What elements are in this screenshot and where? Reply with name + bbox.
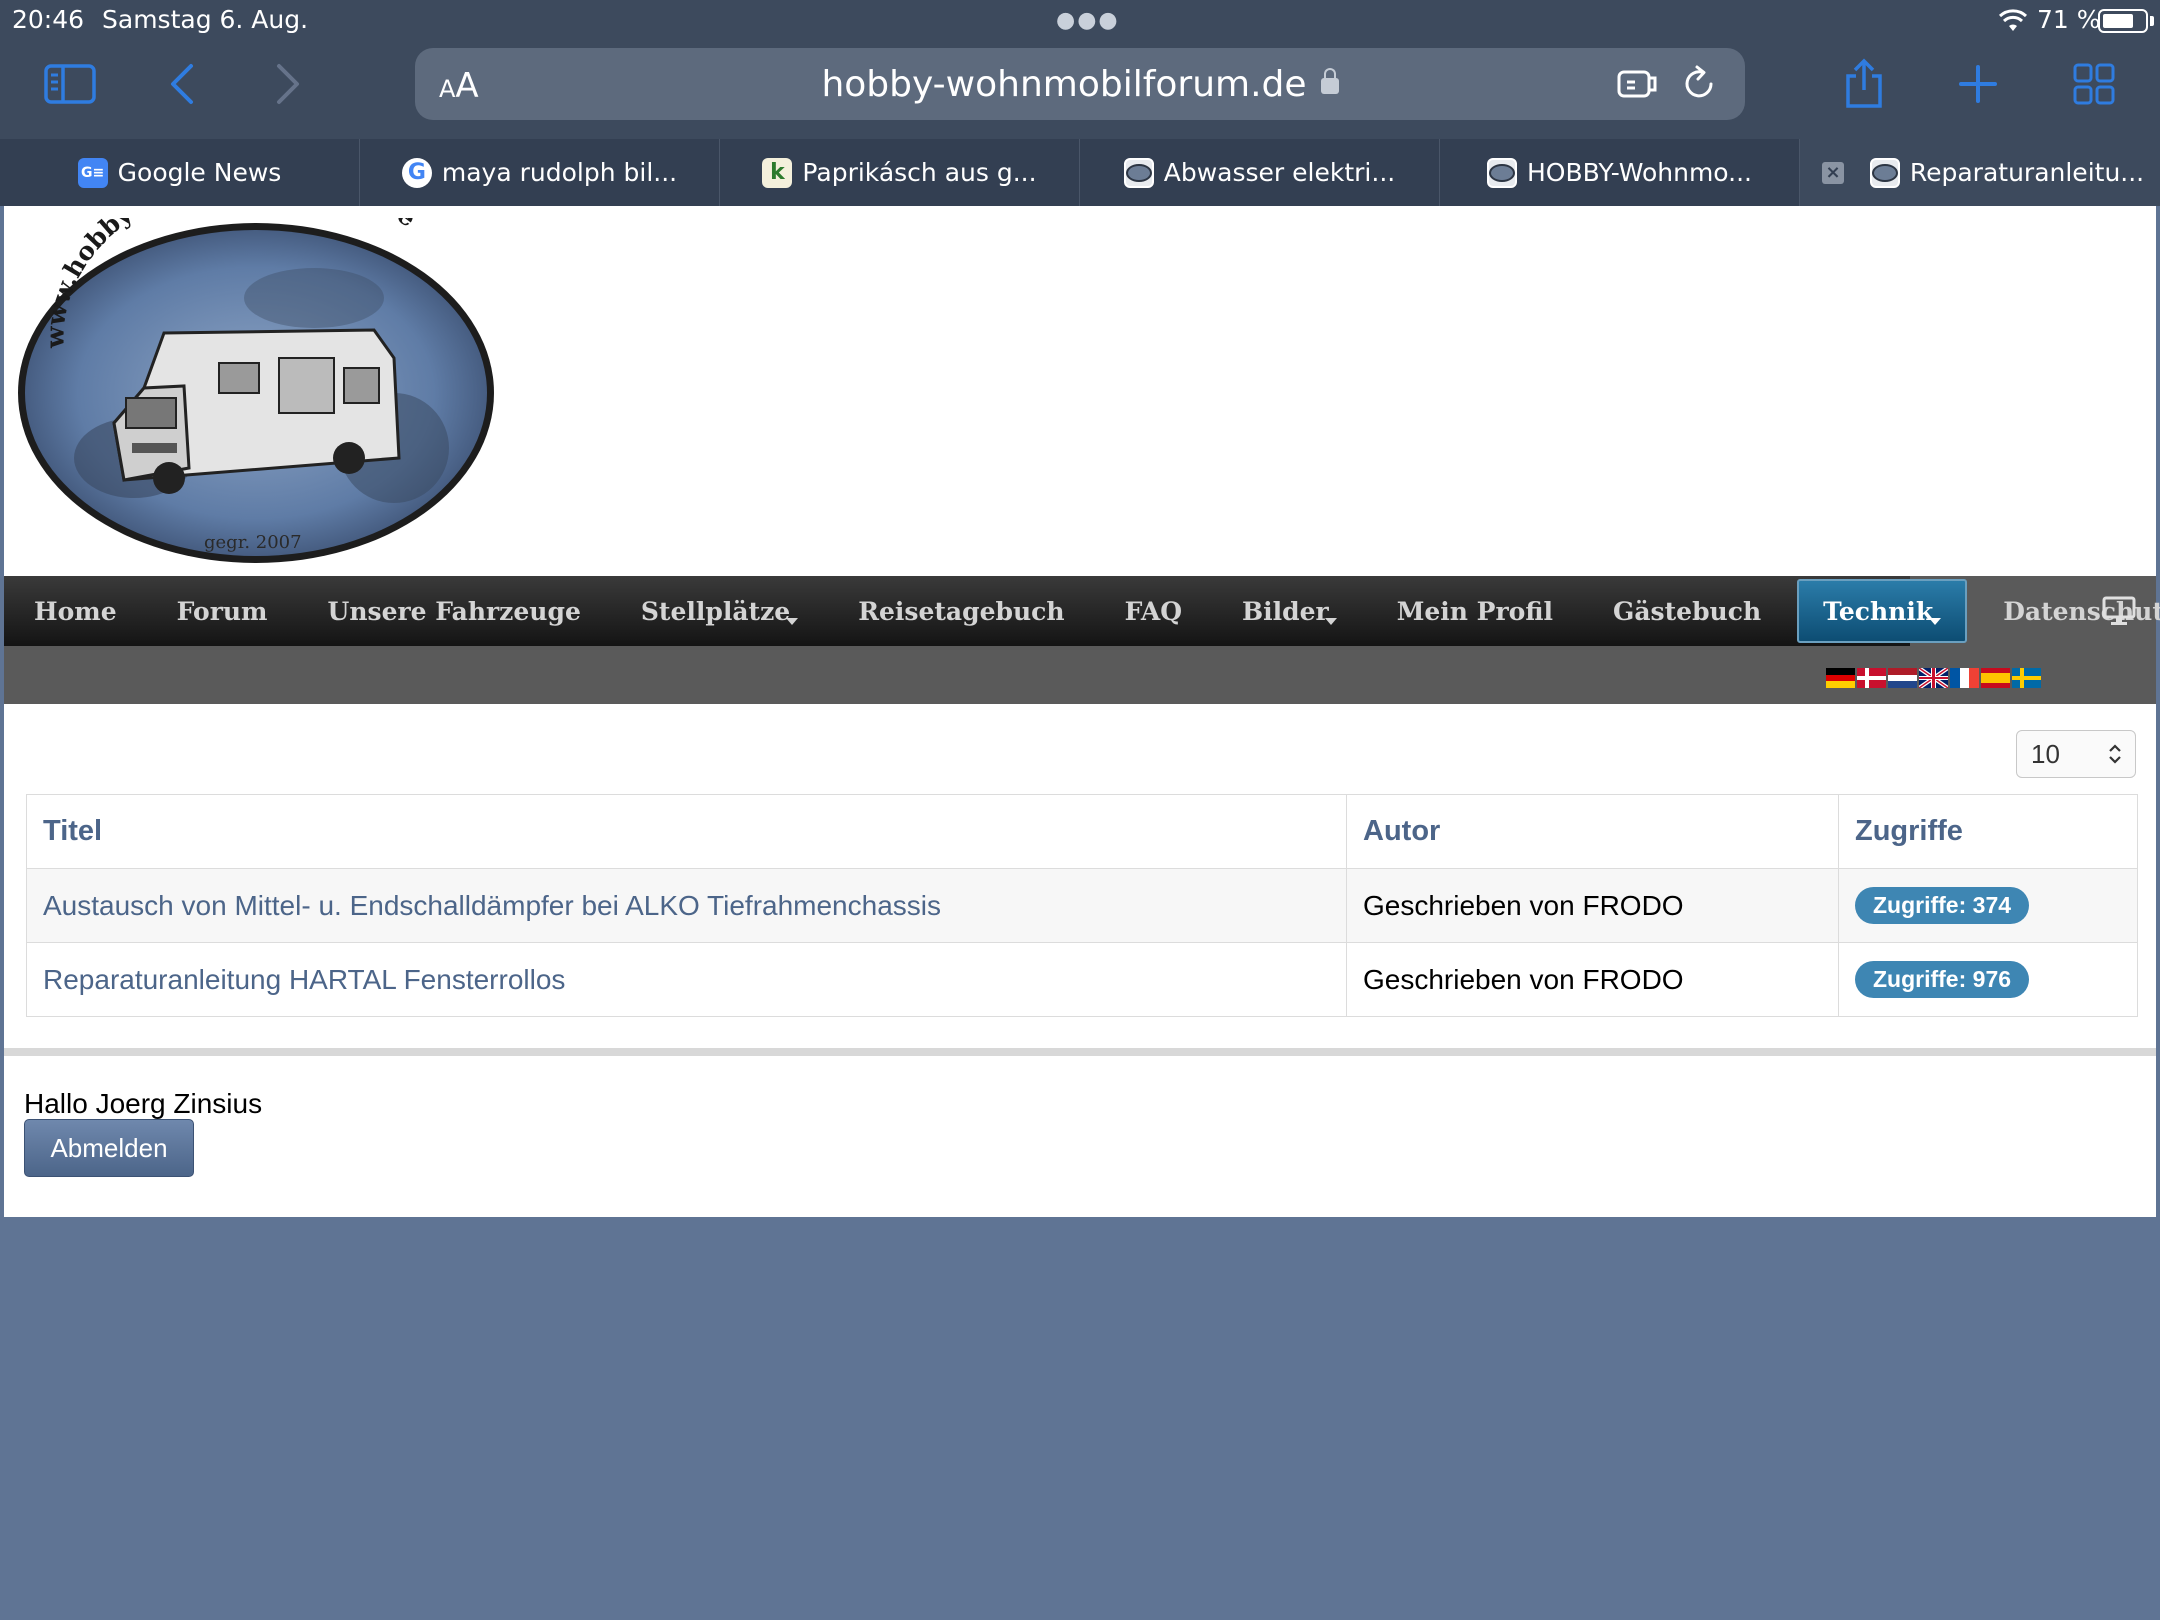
main-nav-wrap: Home Forum Unsere Fahrzeuge Stellplätze … [4,576,2160,704]
logo-founded: gegr. 2007 [204,532,302,553]
tab-bar: G≡ Google News G maya rudolph bil... k P… [0,139,2160,206]
article-author: Geschrieben von FRODO [1346,868,1839,943]
nav-bilder[interactable]: Bilder [1212,576,1367,646]
flag-de-icon[interactable] [1826,668,1855,688]
address-bar[interactable]: AA hobby-wohnmobilforum.de [415,48,1745,120]
monitor-icon[interactable] [2102,596,2136,626]
section-divider [4,1048,2156,1056]
nav-gaestebuch[interactable]: Gästebuch [1583,576,1791,646]
reload-icon[interactable] [1677,62,1721,106]
flag-fr-icon[interactable] [1950,668,1979,688]
language-flags [1826,668,2041,688]
nav-stellplaetze[interactable]: Stellplätze [611,576,828,646]
camper-icon [112,328,401,494]
status-date: Samstag 6. Aug. [102,5,309,34]
column-header-hits[interactable]: Zugriffe [1838,794,2138,869]
status-time: 20:46 [12,5,85,34]
main-nav: Home Forum Unsere Fahrzeuge Stellplätze … [4,576,2160,646]
lock-icon [1320,68,1339,94]
article-link[interactable]: Reparaturanleitung HARTAL Fensterrollos [43,964,565,995]
extension-icon[interactable] [1615,62,1659,106]
close-tab-icon[interactable]: × [1822,162,1844,184]
article-author: Geschrieben von FRODO [1346,942,1839,1017]
column-header-author[interactable]: Autor [1346,794,1839,869]
web-page: www.hobby-wohnmobilforum.de gegr. 2007 H… [4,206,2160,1217]
article-link[interactable]: Austausch von Mittel- u. Endschalldämpfe… [43,890,941,921]
logout-button[interactable]: Abmelden [24,1119,194,1177]
nav-reisetagebuch[interactable]: Reisetagebuch [828,576,1094,646]
tab-google-search[interactable]: G maya rudolph bil... [360,139,720,206]
article-table: Titel Autor Zugriffe Austausch von Mitte… [26,794,2138,1017]
page-size-select[interactable]: 10 [2016,730,2136,778]
back-icon[interactable] [152,56,212,112]
tab-reparaturanleitung-active[interactable]: × Reparaturanleitu... [1800,139,2160,206]
wifi-icon [1998,9,2028,31]
tab-hobby-wohnmobil[interactable]: HOBBY-Wohnmo... [1440,139,1800,206]
battery-percent: 71 % [2037,5,2101,34]
tab-overview-icon[interactable] [2064,56,2124,112]
hobby-forum-icon [1123,157,1154,188]
sidebar-icon[interactable] [40,56,100,112]
nav-faq[interactable]: FAQ [1095,576,1212,646]
table-row: Austausch von Mittel- u. Endschalldämpfe… [26,868,2138,943]
dropdown-caret-icon [1929,617,1942,625]
user-greeting: Hallo Joerg Zinsius [24,1088,263,1119]
forward-icon[interactable] [258,56,318,112]
hobby-forum-icon [1486,157,1517,188]
hobby-forum-icon [1869,157,1900,188]
url-text: hobby-wohnmobilforum.de [821,64,1307,105]
google-news-icon: G≡ [77,157,108,188]
nav-mein-profil[interactable]: Mein Profil [1367,576,1583,646]
nav-forum[interactable]: Forum [147,576,298,646]
tab-abwasser[interactable]: Abwasser elektri... [1080,139,1440,206]
tab-google-news[interactable]: G≡ Google News [0,139,360,206]
table-header-row: Titel Autor Zugriffe [26,794,2138,869]
google-icon: G [401,157,432,188]
nav-technik-active[interactable]: Technik [1797,579,1968,643]
column-header-title[interactable]: Titel [26,794,1347,869]
share-icon[interactable] [1834,56,1894,112]
hits-badge: Zugriffe: 976 [1855,961,2030,998]
nav-home[interactable]: Home [4,576,147,646]
flag-nl-icon[interactable] [1888,668,1917,688]
site-logo[interactable]: www.hobby-wohnmobilforum.de gegr. 2007 [14,218,498,568]
dropdown-caret-icon [786,617,799,625]
flag-gb-icon[interactable] [1919,668,1948,688]
flag-es-icon[interactable] [1981,668,2010,688]
new-tab-icon[interactable] [1948,56,2008,112]
select-arrows-icon [2109,744,2121,764]
dropdown-caret-icon [1324,617,1337,625]
multitasking-dots-icon[interactable]: ●●● [1056,8,1120,33]
browser-chrome: 20:46 Samstag 6. Aug. ●●● 71 % AA hobby-… [0,0,2160,206]
flag-dk-icon[interactable] [1857,668,1886,688]
tab-chefkoch[interactable]: k Paprikásch aus g... [720,139,1080,206]
chefkoch-icon: k [762,157,793,188]
status-bar: 20:46 Samstag 6. Aug. ●●● 71 % [0,0,2160,40]
flag-se-icon[interactable] [2012,668,2041,688]
nav-unsere-fahrzeuge[interactable]: Unsere Fahrzeuge [298,576,611,646]
hits-badge: Zugriffe: 374 [1855,887,2030,924]
battery-icon [2098,9,2148,33]
table-row: Reparaturanleitung HARTAL Fensterrollos … [26,942,2138,1017]
